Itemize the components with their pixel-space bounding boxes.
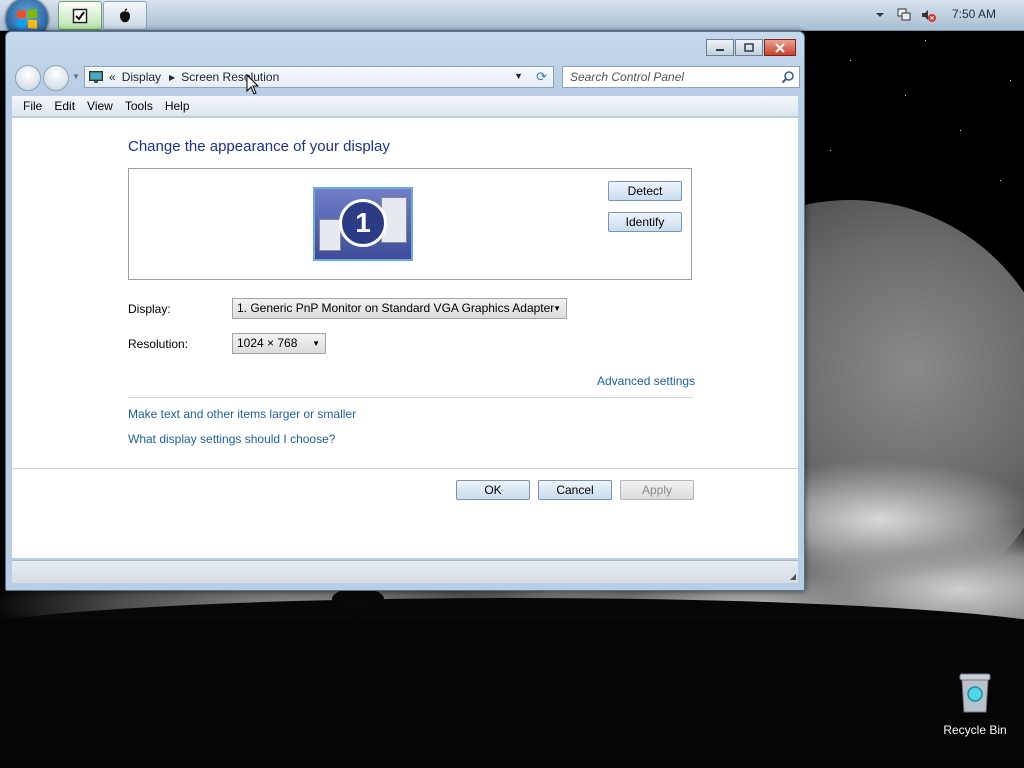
mouse-cursor-icon xyxy=(246,74,260,95)
resize-grip-icon[interactable]: ◢ xyxy=(790,572,796,581)
system-tray xyxy=(864,0,1024,30)
taskbar-clock[interactable]: 7:50 AM xyxy=(952,7,996,21)
refresh-icon[interactable]: ⟳ xyxy=(536,69,547,85)
display-select-value: 1. Generic PnP Monitor on Standard VGA G… xyxy=(237,301,555,315)
menu-bar: File Edit View Tools Help xyxy=(12,96,798,116)
apple-icon xyxy=(120,7,130,22)
content-pane: Change the appearance of your display 1 … xyxy=(12,118,798,558)
chevron-down-icon: ▼ xyxy=(312,339,320,348)
apply-button[interactable]: Apply xyxy=(620,480,694,500)
display-settings-help-link[interactable]: What display settings should I choose? xyxy=(128,432,335,446)
menu-tools[interactable]: Tools xyxy=(125,99,153,113)
chevron-down-icon: ▼ xyxy=(553,304,561,313)
cancel-button[interactable]: Cancel xyxy=(538,480,612,500)
caption-buttons xyxy=(705,39,796,56)
breadcrumb-separator-icon[interactable]: ▶ xyxy=(169,73,175,82)
maximize-icon xyxy=(744,43,754,52)
identify-button[interactable]: Identify xyxy=(608,212,682,232)
resolution-label: Resolution: xyxy=(128,337,189,351)
ok-button[interactable]: OK xyxy=(456,480,530,500)
breadcrumb-screen-resolution[interactable]: Screen Resolution xyxy=(181,70,279,84)
resolution-select-value: 1024 × 768 xyxy=(237,336,298,350)
forward-button[interactable] xyxy=(43,65,69,91)
search-icon[interactable] xyxy=(781,70,795,84)
monitor-1-thumbnail[interactable]: 1 xyxy=(313,187,413,261)
recent-pages-dropdown-icon[interactable]: ▼ xyxy=(72,72,80,81)
status-bar: ◢ xyxy=(12,560,798,583)
display-preview-area: 1 Detect Identify xyxy=(128,168,692,280)
close-button[interactable] xyxy=(764,39,796,56)
page-title: Change the appearance of your display xyxy=(128,138,390,155)
display-select[interactable]: 1. Generic PnP Monitor on Standard VGA G… xyxy=(232,298,567,319)
taskbar: 7:50 AM xyxy=(0,0,1024,40)
menu-help[interactable]: Help xyxy=(165,99,190,113)
recycle-bin-desktop-icon[interactable]: Recycle Bin xyxy=(938,672,1012,737)
text-size-link[interactable]: Make text and other items larger or smal… xyxy=(128,407,356,421)
menu-file[interactable]: File xyxy=(23,99,42,113)
tree-silhouette xyxy=(332,588,384,625)
search-placeholder: Search Control Panel xyxy=(570,70,685,84)
resolution-select[interactable]: 1024 × 768 ▼ xyxy=(232,333,326,354)
advanced-settings-link[interactable]: Advanced settings xyxy=(597,374,695,388)
monitor-number: 1 xyxy=(339,199,387,247)
back-button[interactable] xyxy=(15,65,41,91)
windows-logo-icon xyxy=(17,9,37,29)
recycle-bin-icon xyxy=(959,673,991,713)
volume-muted-icon[interactable] xyxy=(920,7,936,23)
network-icon[interactable] xyxy=(896,7,912,23)
search-input[interactable]: Search Control Panel xyxy=(562,66,800,88)
navigation-bar: ▼ « Display ▶ Screen Resolution ▼ ⟳ Sear… xyxy=(14,64,800,91)
ground xyxy=(0,620,1024,768)
address-bar[interactable]: « Display ▶ Screen Resolution ▼ ⟳ xyxy=(84,66,554,88)
address-dropdown-icon[interactable]: ▼ xyxy=(514,71,523,81)
menu-view[interactable]: View xyxy=(87,99,113,113)
maximize-button[interactable] xyxy=(735,39,763,56)
mini-window-icon xyxy=(319,219,341,251)
screen-resolution-window: ▼ « Display ▶ Screen Resolution ▼ ⟳ Sear… xyxy=(5,31,805,591)
detect-button[interactable]: Detect xyxy=(608,181,682,201)
checkbox-icon xyxy=(72,8,88,23)
taskbar-app-button-1[interactable] xyxy=(58,1,102,30)
divider xyxy=(12,468,798,469)
minimize-icon xyxy=(716,48,724,51)
taskbar-app-button-2[interactable] xyxy=(103,1,147,30)
divider xyxy=(128,397,693,398)
address-overflow-chevron[interactable]: « xyxy=(109,70,116,84)
display-label: Display: xyxy=(128,302,171,316)
chevron-up-icon[interactable] xyxy=(872,7,888,23)
close-icon xyxy=(775,42,785,53)
breadcrumb-display[interactable]: Display xyxy=(122,70,161,84)
menu-edit[interactable]: Edit xyxy=(54,99,75,113)
recycle-bin-label: Recycle Bin xyxy=(943,723,1007,737)
minimize-button[interactable] xyxy=(706,39,734,56)
display-control-panel-icon xyxy=(89,71,103,83)
